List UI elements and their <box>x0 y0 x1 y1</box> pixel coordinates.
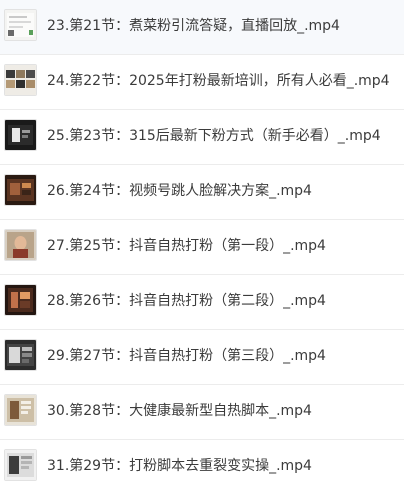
file-name: 26.第24节：视频号跳人脸解决方案_.mp4 <box>47 183 312 199</box>
file-row[interactable]: 27.第25节：抖音自热打粉（第一段）_.mp4 <box>0 220 404 275</box>
video-file-list: 23.第21节：煮菜粉引流答疑，直播回放_.mp4 24.第22节：2025年打… <box>0 0 404 501</box>
file-row[interactable]: 28.第26节：抖音自热打粉（第二段）_.mp4 <box>0 275 404 330</box>
video-thumbnail-icon <box>5 285 36 315</box>
file-name: 30.第28节：大健康最新型自热脚本_.mp4 <box>47 403 312 419</box>
video-thumbnail-icon <box>5 395 36 425</box>
video-thumbnail-icon <box>5 65 36 95</box>
file-name: 31.第29节：打粉脚本去重裂变实操_.mp4 <box>47 458 312 474</box>
video-thumbnail-icon <box>5 230 36 260</box>
file-name: 29.第27节：抖音自热打粉（第三段）_.mp4 <box>47 348 326 364</box>
file-name: 23.第21节：煮菜粉引流答疑，直播回放_.mp4 <box>47 18 340 34</box>
file-row[interactable]: 26.第24节：视频号跳人脸解决方案_.mp4 <box>0 165 404 220</box>
video-thumbnail-icon <box>5 340 36 370</box>
video-thumbnail-icon <box>5 175 36 205</box>
file-row[interactable]: 30.第28节：大健康最新型自热脚本_.mp4 <box>0 385 404 440</box>
video-thumbnail-icon <box>5 450 36 480</box>
file-name: 24.第22节：2025年打粉最新培训，所有人必看_.mp4 <box>47 73 390 89</box>
file-name: 25.第23节：315后最新下粉方式（新手必看）_.mp4 <box>47 128 381 144</box>
video-thumbnail-icon <box>5 10 36 40</box>
file-row[interactable]: 23.第21节：煮菜粉引流答疑，直播回放_.mp4 <box>0 0 404 55</box>
file-row[interactable]: 24.第22节：2025年打粉最新培训，所有人必看_.mp4 <box>0 55 404 110</box>
file-row[interactable]: 25.第23节：315后最新下粉方式（新手必看）_.mp4 <box>0 110 404 165</box>
video-thumbnail-icon <box>5 120 36 150</box>
file-name: 28.第26节：抖音自热打粉（第二段）_.mp4 <box>47 293 326 309</box>
file-row[interactable]: 29.第27节：抖音自热打粉（第三段）_.mp4 <box>0 330 404 385</box>
file-row[interactable]: 31.第29节：打粉脚本去重裂变实操_.mp4 <box>0 440 404 495</box>
file-name: 27.第25节：抖音自热打粉（第一段）_.mp4 <box>47 238 326 254</box>
